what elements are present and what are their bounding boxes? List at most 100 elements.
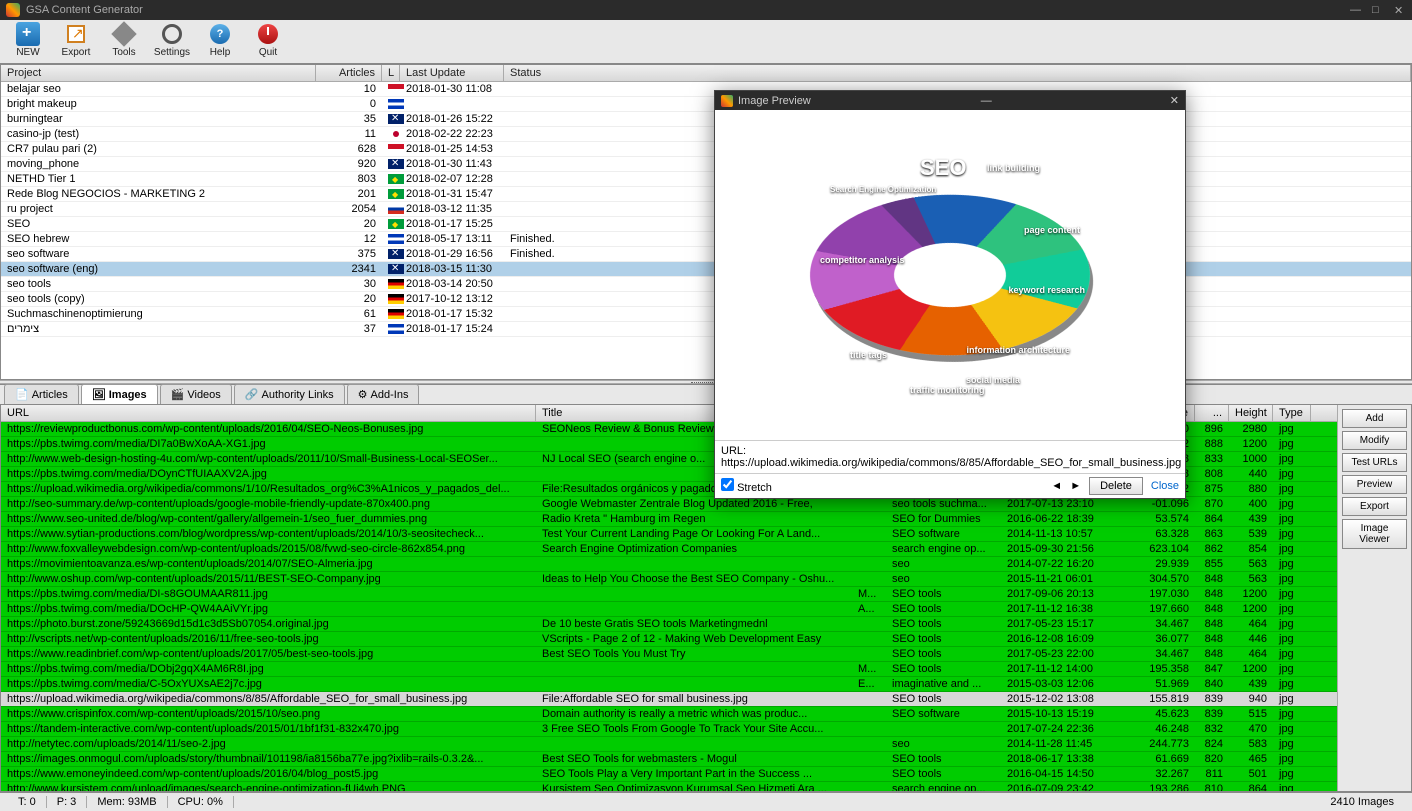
project-row[interactable]: SEO hebrew122018-05-17 13:11Finished. <box>1 232 1411 247</box>
preview-controls: Stretch ◄ ► Delete Close <box>715 473 1185 498</box>
maximize-icon[interactable]: □ <box>1372 4 1384 16</box>
preview-logo-icon <box>721 95 733 107</box>
image-row[interactable]: https://pbs.twimg.com/media/DOcHP-QW4AAi… <box>1 602 1337 617</box>
tab-articles[interactable]: 📄Articles <box>4 384 79 404</box>
image-row[interactable]: https://images.onmogul.com/uploads/story… <box>1 752 1337 767</box>
project-row[interactable]: moving_phone9202018-01-30 11:43 <box>1 157 1411 172</box>
app-logo-icon <box>6 3 20 17</box>
preview-url-label: URL: <box>721 445 746 457</box>
project-row[interactable]: burningtear352018-01-26 15:22 <box>1 112 1411 127</box>
image-row[interactable]: https://www.sytian-productions.com/blog/… <box>1 527 1337 542</box>
flag-icon <box>388 114 404 124</box>
image-row[interactable]: https://upload.wikimedia.org/wikipedia/c… <box>1 692 1337 707</box>
add-button[interactable]: Add <box>1342 409 1407 428</box>
settings-button[interactable]: Settings <box>150 22 194 62</box>
project-row[interactable]: Rede Blog NEGOCIOS - MARKETING 22012018-… <box>1 187 1411 202</box>
preview-delete-button[interactable]: Delete <box>1089 477 1143 495</box>
preview-minimize-icon[interactable]: — <box>981 95 992 107</box>
project-row[interactable]: seo tools (copy)202017-10-12 13:12 <box>1 292 1411 307</box>
tab-images[interactable]: 🖼Images <box>81 384 158 404</box>
col-type[interactable]: Type <box>1273 405 1311 421</box>
help-icon: ? <box>210 24 230 44</box>
tools-button[interactable]: Tools <box>102 22 146 62</box>
export-icon <box>67 25 85 43</box>
preview-next-button[interactable]: ► <box>1070 480 1081 492</box>
col-lastupdate[interactable]: Last Update <box>400 65 504 81</box>
project-row[interactable]: Suchmaschinenoptimierung612018-01-17 15:… <box>1 307 1411 322</box>
project-row[interactable]: belajar seo102018-01-30 11:08 <box>1 82 1411 97</box>
image-row[interactable]: https://pbs.twimg.com/media/DObj2gqX4AM6… <box>1 662 1337 677</box>
preview-prev-button[interactable]: ◄ <box>1051 480 1062 492</box>
gear-icon <box>162 24 182 44</box>
image-row[interactable]: https://www.crispinfox.com/wp-content/up… <box>1 707 1337 722</box>
project-row[interactable]: bright makeup0 <box>1 97 1411 112</box>
project-header: Project Articles L Last Update Status <box>1 65 1411 82</box>
flag-icon <box>388 264 404 274</box>
col-articles[interactable]: Articles <box>316 65 382 81</box>
flag-icon <box>388 159 404 169</box>
image-row[interactable]: https://photo.burst.zone/59243669d15d1c3… <box>1 617 1337 632</box>
tools-icon <box>111 21 136 46</box>
power-icon <box>258 24 278 44</box>
close-icon[interactable]: ✕ <box>1394 4 1406 16</box>
titlebar: GSA Content Generator — □ ✕ <box>0 0 1412 20</box>
col-height[interactable]: Height <box>1229 405 1273 421</box>
image-row[interactable]: http://vscripts.net/wp-content/uploads/2… <box>1 632 1337 647</box>
image-viewer-button[interactable]: Image Viewer <box>1342 519 1407 549</box>
preview-button[interactable]: Preview <box>1342 475 1407 494</box>
status-mem: Mem: 93MB <box>87 796 167 808</box>
project-row[interactable]: seo software3752018-01-29 16:56Finished. <box>1 247 1411 262</box>
image-row[interactable]: http://netytec.com/uploads/2014/11/seo-2… <box>1 737 1337 752</box>
preview-close-link[interactable]: Close <box>1151 480 1179 492</box>
col-status[interactable]: Status <box>504 65 1411 81</box>
export-button[interactable]: Export <box>54 22 98 62</box>
image-row[interactable]: https://pbs.twimg.com/media/C-5OxYUXsAE2… <box>1 677 1337 692</box>
project-row[interactable]: seo software (eng)23412018-03-15 11:30 <box>1 262 1411 277</box>
new-button[interactable]: NEW <box>6 22 50 62</box>
help-button[interactable]: ?Help <box>198 22 242 62</box>
image-row[interactable]: http://www.foxvalleywebdesign.com/wp-con… <box>1 542 1337 557</box>
new-icon <box>16 22 40 46</box>
project-row[interactable]: NETHD Tier 18032018-02-07 12:28 <box>1 172 1411 187</box>
flag-icon <box>388 189 404 199</box>
image-row[interactable]: https://pbs.twimg.com/media/DI-s8GOUMAAR… <box>1 587 1337 602</box>
test-urls-button[interactable]: Test URLs <box>1342 453 1407 472</box>
project-row[interactable]: ru project20542018-03-12 11:35 <box>1 202 1411 217</box>
minimize-icon[interactable]: — <box>1350 4 1362 16</box>
image-row[interactable]: https://www.readinbrief.com/wp-content/u… <box>1 647 1337 662</box>
image-row[interactable]: http://www.kursistem.com/upload/images/s… <box>1 782 1337 791</box>
pane-divider[interactable] <box>0 380 1412 384</box>
status-t: T: 0 <box>8 796 47 808</box>
tab-videos[interactable]: 🎬Videos <box>160 384 232 404</box>
export-images-button[interactable]: Export <box>1342 497 1407 516</box>
preview-titlebar[interactable]: Image Preview — ✕ <box>715 91 1185 110</box>
preview-url-row: URL: https://upload.wikimedia.org/wikipe… <box>715 440 1185 473</box>
quit-button[interactable]: Quit <box>246 22 290 62</box>
project-row[interactable]: צימרים372018-01-17 15:24 <box>1 322 1411 337</box>
image-row[interactable]: https://www.seo-united.de/blog/wp-conten… <box>1 512 1337 527</box>
project-row[interactable]: CR7 pulau pari (2)6282018-01-25 14:53 <box>1 142 1411 157</box>
image-row[interactable]: https://www.emoneyindeed.com/wp-content/… <box>1 767 1337 782</box>
tabbar: 📄Articles 🖼Images 🎬Videos 🔗Authority Lin… <box>0 384 1412 404</box>
flag-icon <box>388 219 404 229</box>
flag-icon <box>388 129 404 139</box>
col-url[interactable]: URL <box>1 405 536 421</box>
project-row[interactable]: casino-jp (test)112018-02-22 22:23 <box>1 127 1411 142</box>
project-table: Project Articles L Last Update Status be… <box>0 64 1412 380</box>
image-row[interactable]: http://seo-summary.de/wp-content/uploads… <box>1 497 1337 512</box>
image-row[interactable]: http://www.oshup.com/wp-content/uploads/… <box>1 572 1337 587</box>
col-project[interactable]: Project <box>1 65 316 81</box>
modify-button[interactable]: Modify <box>1342 431 1407 450</box>
image-row[interactable]: https://movimientoavanza.es/wp-content/u… <box>1 557 1337 572</box>
col-language[interactable]: L <box>382 65 400 81</box>
tab-addins[interactable]: ⚙Add-Ins <box>347 384 420 404</box>
app-title: GSA Content Generator <box>26 4 143 16</box>
stretch-checkbox[interactable]: Stretch <box>721 478 772 494</box>
preview-close-icon[interactable]: ✕ <box>1170 94 1179 107</box>
flag-icon <box>388 174 404 184</box>
project-row[interactable]: seo tools302018-03-14 20:50 <box>1 277 1411 292</box>
image-row[interactable]: https://tandem-interactive.com/wp-conten… <box>1 722 1337 737</box>
project-row[interactable]: SEO202018-01-17 15:25 <box>1 217 1411 232</box>
tab-authority-links[interactable]: 🔗Authority Links <box>234 384 345 404</box>
col-dots[interactable]: ... <box>1195 405 1229 421</box>
